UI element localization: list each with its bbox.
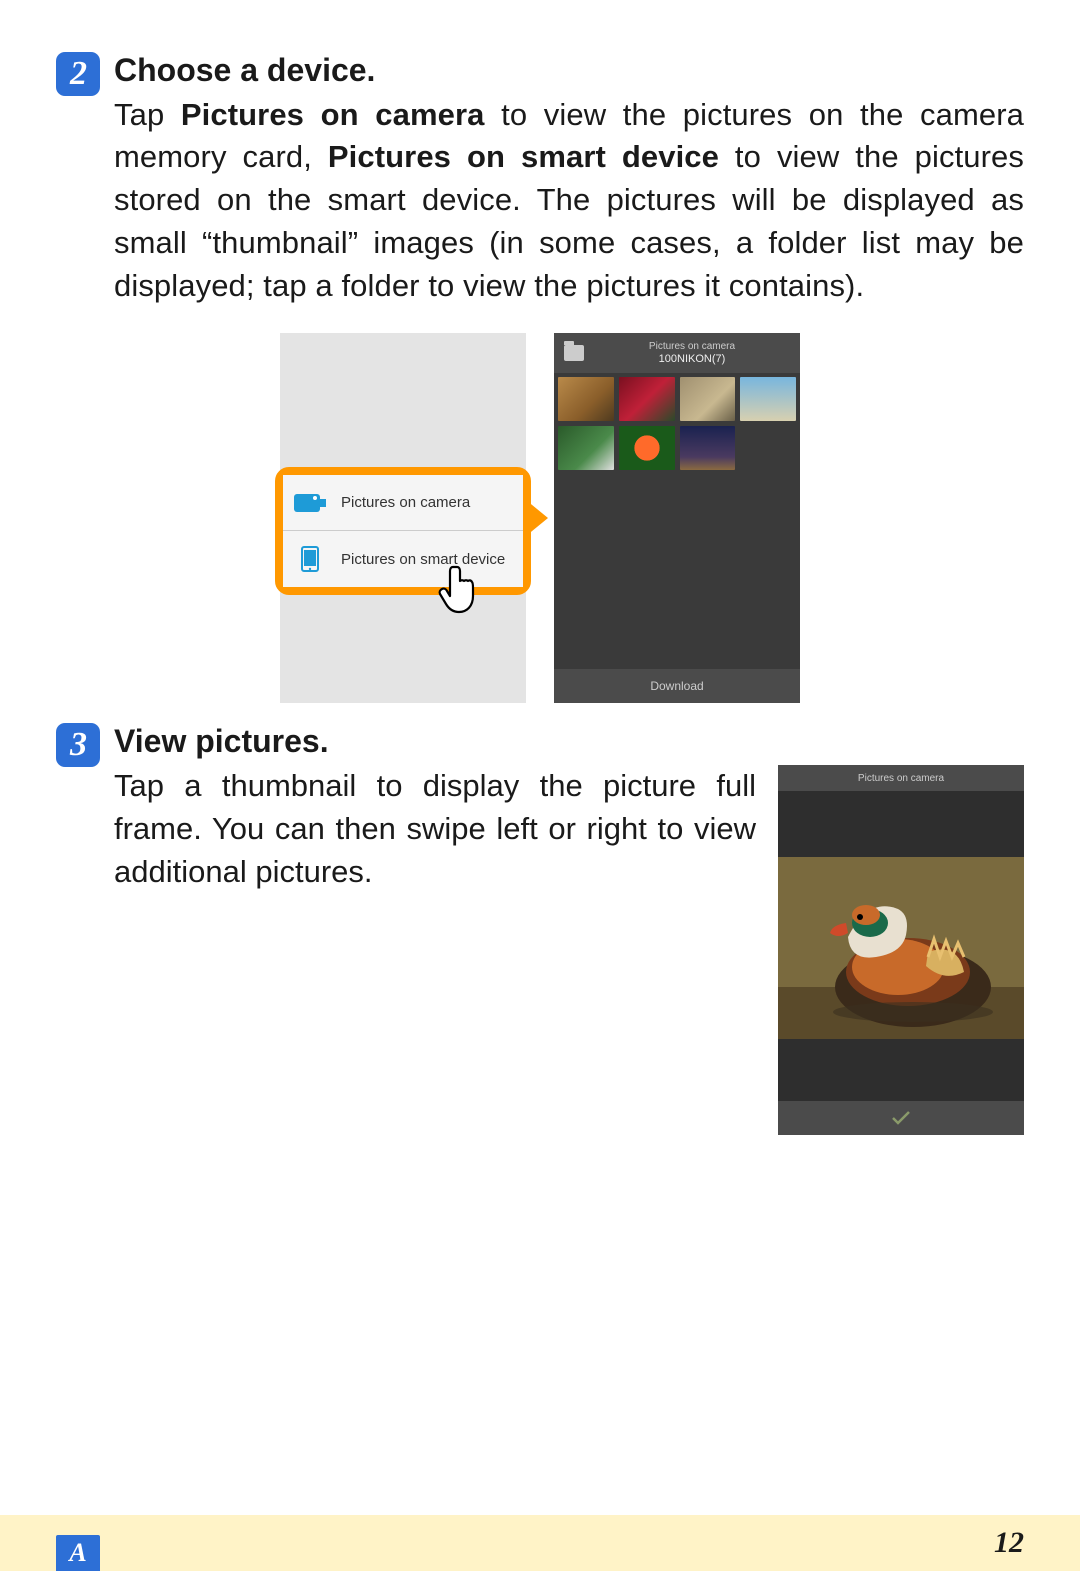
step-3-title: View pictures. <box>114 721 1024 763</box>
gallery-header: Pictures on camera 100NIKON(7) <box>554 333 800 373</box>
folder-icon <box>564 345 584 361</box>
gallery-header-line2: 100NIKON(7) <box>594 353 790 366</box>
thumbnail[interactable] <box>619 426 675 470</box>
bold-text: Pictures on camera <box>181 97 485 132</box>
tap-hand-icon <box>437 561 489 617</box>
section-tab: A <box>56 1535 100 1571</box>
thumbnail-grid <box>554 373 800 669</box>
fullframe-image[interactable] <box>778 857 1024 1039</box>
gallery-header-line1: Pictures on camera <box>594 341 790 353</box>
checkmark-icon <box>891 1110 911 1126</box>
phone-fullframe-screenshot: Pictures on camera <box>778 765 1024 1135</box>
step-3-body: Tap a thumbnail to display the picture f… <box>114 765 756 893</box>
spacer <box>778 791 1024 857</box>
page-footer: A 12 <box>0 1515 1080 1571</box>
thumbnail[interactable] <box>740 377 796 421</box>
fullframe-header: Pictures on camera <box>778 765 1024 791</box>
phone-menu-screenshot: Pictures on camera Pictures on smart dev… <box>280 333 526 703</box>
thumbnail[interactable] <box>558 426 614 470</box>
duck-image-icon <box>778 857 1024 1039</box>
thumbnail[interactable] <box>680 426 736 470</box>
step-2-title: Choose a device. <box>114 50 1024 92</box>
smart-device-icon <box>293 546 327 572</box>
step-2-body: Tap Pictures on camera to view the pictu… <box>114 94 1024 308</box>
confirm-button[interactable] <box>778 1101 1024 1135</box>
thumbnail[interactable] <box>680 377 736 421</box>
step-2-badge: 2 <box>56 52 100 96</box>
text: Tap <box>114 97 181 132</box>
menu-highlight-box: Pictures on camera Pictures on smart dev… <box>275 467 531 595</box>
spacer <box>778 1039 1024 1101</box>
step-2-figure: Pictures on camera Pictures on smart dev… <box>56 333 1024 703</box>
camera-icon <box>293 490 327 516</box>
bold-text: Pictures on smart device <box>328 139 719 174</box>
menu-item-pictures-on-camera[interactable]: Pictures on camera <box>283 475 523 531</box>
step-2: 2 Choose a device. Tap Pictures on camer… <box>56 50 1024 307</box>
thumbnail[interactable] <box>558 377 614 421</box>
thumbnail[interactable] <box>619 377 675 421</box>
menu-label: Pictures on camera <box>341 494 513 511</box>
step-3-badge: 3 <box>56 723 100 767</box>
phone-gallery-screenshot: Pictures on camera 100NIKON(7) Download <box>554 333 800 703</box>
download-button[interactable]: Download <box>554 669 800 703</box>
step-3: 3 View pictures. Tap a thumbnail to disp… <box>56 721 1024 1135</box>
page-number: 12 <box>994 1526 1024 1560</box>
